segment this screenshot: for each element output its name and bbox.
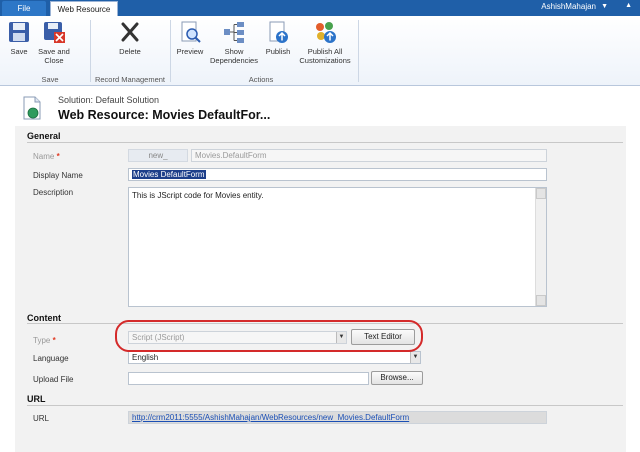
publish-all-label-1: Publish All bbox=[307, 47, 343, 56]
name-prefix: new_ bbox=[128, 149, 188, 162]
save-close-label-2: Close bbox=[44, 56, 64, 65]
show-dep-label-1: Show bbox=[224, 47, 244, 56]
chevron-down-icon[interactable]: ▼ bbox=[410, 352, 420, 363]
chevron-down-icon[interactable]: ▼ bbox=[601, 3, 608, 10]
user-name[interactable]: AshishMahajan bbox=[541, 2, 596, 11]
form-body: General Name * new_ Movies.DefaultForm D… bbox=[15, 126, 626, 452]
scroll-up-icon[interactable] bbox=[536, 188, 546, 199]
section-content: Content bbox=[27, 313, 61, 323]
section-divider bbox=[27, 405, 623, 406]
group-label-save: Save bbox=[41, 75, 59, 84]
save-button[interactable]: Save bbox=[6, 20, 32, 56]
language-select[interactable]: English ▼ bbox=[128, 351, 421, 364]
url-link[interactable]: http://crm2011:5555/AshishMahajan/WebRes… bbox=[132, 413, 409, 422]
preview-icon bbox=[181, 21, 201, 43]
dependencies-icon bbox=[224, 22, 244, 43]
name-label: Name * bbox=[33, 152, 60, 161]
ribbon-divider bbox=[358, 20, 359, 82]
display-name-field[interactable]: Movies DefaultForm bbox=[128, 168, 547, 181]
web-resource-icon bbox=[23, 96, 41, 120]
description-scrollbar[interactable] bbox=[535, 188, 546, 306]
scroll-down-icon[interactable] bbox=[536, 295, 546, 306]
section-url: URL bbox=[27, 394, 46, 404]
url-label: URL bbox=[33, 414, 50, 423]
solution-label: Solution: Default Solution bbox=[58, 95, 160, 105]
browse-button[interactable]: Browse... bbox=[371, 371, 423, 385]
description-field[interactable]: This is JScript code for Movies entity. bbox=[128, 187, 547, 307]
highlight-annotation bbox=[115, 320, 423, 352]
display-name-value: Movies DefaultForm bbox=[132, 170, 206, 179]
publish-all-label-2: Customizations bbox=[299, 56, 351, 65]
url-field[interactable]: http://crm2011:5555/AshishMahajan/WebRes… bbox=[128, 411, 547, 424]
upload-file-field[interactable] bbox=[128, 372, 369, 385]
required-icon: * bbox=[52, 336, 56, 345]
publish-all-icon bbox=[316, 22, 336, 43]
publish-button[interactable]: Publish bbox=[262, 20, 294, 56]
group-label-actions: Actions bbox=[248, 75, 274, 84]
tab-web-resource[interactable]: Web Resource bbox=[50, 1, 118, 16]
top-bar: File Web Resource AshishMahajan ▼ ▲ bbox=[0, 0, 640, 16]
save-label: Save bbox=[10, 47, 28, 56]
save-icon bbox=[9, 22, 29, 42]
group-label-record-management: Record Management bbox=[94, 75, 166, 84]
description-value: This is JScript code for Movies entity. bbox=[132, 191, 264, 200]
required-icon: * bbox=[56, 152, 60, 161]
tab-file[interactable]: File bbox=[2, 1, 46, 16]
chevron-up-icon[interactable]: ▲ bbox=[625, 2, 632, 9]
save-and-close-button[interactable]: Save and Close bbox=[36, 20, 72, 65]
ribbon-divider bbox=[170, 20, 171, 82]
display-name-label: Display Name bbox=[33, 171, 83, 180]
ribbon-divider bbox=[90, 20, 91, 82]
ribbon: Save Save and Close Delete Preview Show … bbox=[0, 16, 640, 86]
upload-file-label: Upload File bbox=[33, 375, 74, 384]
section-general: General bbox=[27, 131, 61, 141]
page-title: Web Resource: Movies DefaultFor... bbox=[58, 108, 271, 122]
show-dep-label-2: Dependencies bbox=[210, 56, 258, 65]
delete-button[interactable]: Delete bbox=[115, 20, 145, 56]
section-divider bbox=[27, 142, 623, 143]
publish-all-button[interactable]: Publish All Customizations bbox=[296, 20, 354, 65]
name-field[interactable]: Movies.DefaultForm bbox=[191, 149, 547, 162]
save-close-icon bbox=[44, 22, 65, 43]
language-value: English bbox=[132, 353, 159, 362]
delete-label: Delete bbox=[119, 47, 141, 56]
publish-label: Publish bbox=[265, 47, 291, 56]
type-label: Type * bbox=[33, 336, 56, 345]
delete-icon bbox=[121, 22, 139, 42]
description-label: Description bbox=[33, 188, 74, 197]
show-dependencies-button[interactable]: Show Dependencies bbox=[208, 20, 260, 65]
publish-icon bbox=[269, 21, 288, 43]
save-close-label-1: Save and bbox=[38, 47, 70, 56]
preview-label: Preview bbox=[176, 47, 204, 56]
language-label: Language bbox=[33, 354, 69, 363]
preview-button[interactable]: Preview bbox=[174, 20, 206, 56]
record-header: Solution: Default Solution Web Resource:… bbox=[0, 86, 640, 126]
